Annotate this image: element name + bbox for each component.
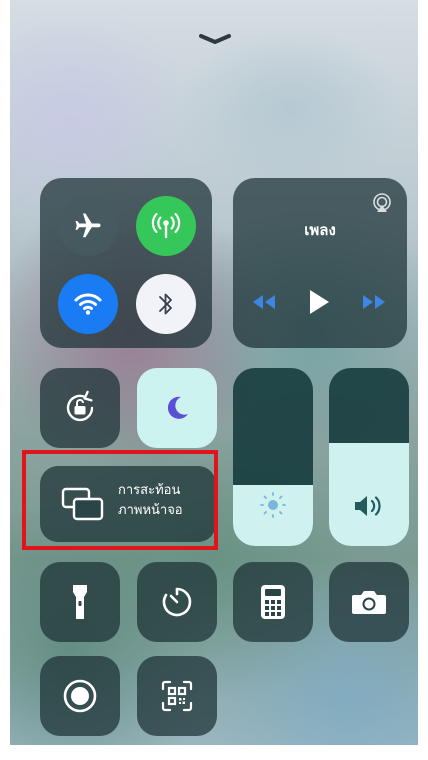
calculator-button[interactable] [233, 562, 313, 642]
qr-code-icon [161, 680, 193, 712]
timer-icon [162, 587, 192, 617]
wifi-button[interactable] [58, 274, 118, 334]
bluetooth-button[interactable] [136, 274, 196, 334]
rewind-icon[interactable] [251, 294, 277, 310]
camera-icon [352, 591, 386, 614]
timer-button[interactable] [137, 562, 217, 642]
airplane-mode-button[interactable] [58, 196, 118, 256]
control-center-screen: เพลง การสะท้อน ภาพหน้าจอ [10, 0, 418, 745]
speaker-icon [355, 496, 381, 516]
rotation-lock-icon [66, 390, 94, 422]
screen-mirroring-label-line1: การสะท้อน [118, 483, 181, 498]
moon-icon [167, 396, 188, 419]
calculator-icon [261, 585, 285, 619]
flashlight-icon [73, 585, 87, 619]
wifi-icon [74, 293, 102, 315]
airplane-icon [75, 213, 101, 238]
screen-mirroring-label: การสะท้อน ภาพหน้าจอ [118, 481, 183, 521]
screen-mirroring-label-line2: ภาพหน้าจอ [118, 503, 183, 518]
brightness-slider[interactable] [233, 368, 313, 546]
cellular-data-icon [151, 212, 181, 239]
cellular-data-button[interactable] [136, 196, 196, 256]
screen-recording-button[interactable] [40, 656, 120, 736]
play-icon[interactable] [307, 288, 331, 316]
connectivity-panel [40, 178, 212, 348]
record-icon [63, 679, 97, 713]
chevron-down-icon[interactable] [195, 28, 235, 50]
bluetooth-icon [159, 293, 172, 315]
qr-scanner-button[interactable] [137, 656, 217, 736]
volume-slider[interactable] [329, 368, 409, 546]
rotation-lock-button[interactable] [40, 368, 120, 448]
camera-button[interactable] [329, 562, 409, 642]
flashlight-button[interactable] [40, 562, 120, 642]
do-not-disturb-button[interactable] [137, 368, 217, 448]
screen-mirroring-icon [61, 487, 104, 521]
fast-forward-icon[interactable] [361, 294, 387, 310]
music-title: เพลง [304, 221, 336, 239]
screen-mirroring-button[interactable]: การสะท้อน ภาพหน้าจอ [40, 466, 216, 542]
brightness-icon [260, 492, 286, 518]
music-panel[interactable]: เพลง [233, 178, 407, 348]
airplay-icon[interactable] [371, 192, 393, 214]
